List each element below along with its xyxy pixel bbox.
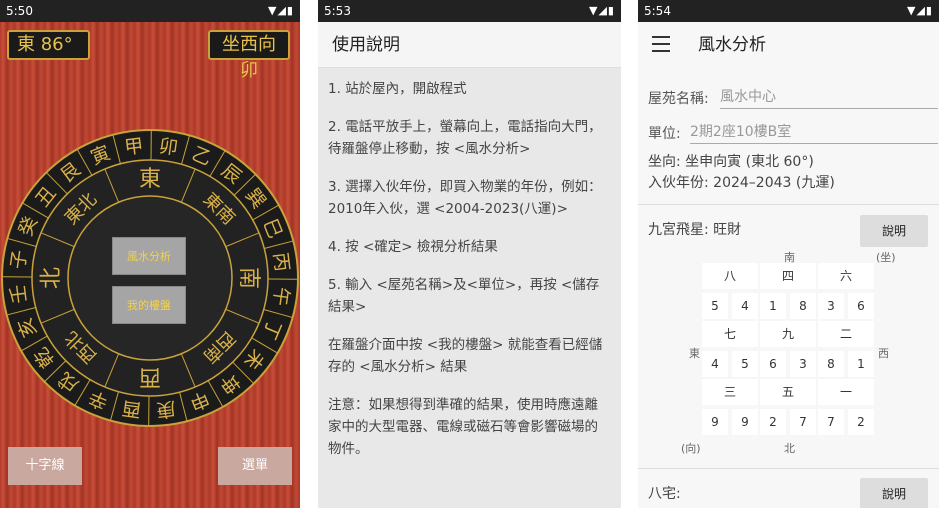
palace-name: 六 — [818, 263, 874, 289]
unit-label: 單位: — [648, 126, 681, 142]
unit-field[interactable]: 單位: 2期2座10樓B室 — [648, 123, 938, 144]
page-title: 使用說明 — [318, 22, 621, 68]
menu-button[interactable]: 選單 — [218, 447, 292, 485]
palace-cell: 五 27 — [760, 379, 816, 435]
instruction-item: 注意：如果想得到準確的結果，使用時應遠離家中的大型電器、電線或磁石等會影響磁場的… — [328, 397, 598, 457]
instructions-list[interactable]: 1. 站於屋內，開啟程式 2. 電話平放手上，螢幕向上，電話指向大門，待羅盤停止… — [318, 68, 621, 508]
outer-ring-label: 午 — [268, 285, 292, 307]
instruction-item: 在羅盤介面中按 <我的樓盤> 就能查看已經儲存的 <風水分析> 結果 — [328, 337, 603, 375]
palace-water-star: 4 — [732, 293, 758, 319]
unit-input[interactable]: 2期2座10樓B室 — [690, 121, 938, 144]
app-bar: 風水分析 — [638, 22, 939, 68]
outer-ring-label: 酉 — [121, 396, 143, 420]
status-time: 5:50 — [6, 4, 33, 18]
palace-water-star: 3 — [790, 351, 816, 377]
compass-screen: 5:50 ▼◢▮ 東 86° 坐西向卯 甲卯乙辰巽巳丙午丁未坤申庚酉辛戌乾亥壬子… — [0, 0, 300, 508]
palace-mountain-star: 8 — [818, 351, 844, 377]
direction-sit: (坐) — [876, 251, 896, 264]
instructions-screen: 5:53 ▼◢▮ 使用說明 1. 站於屋內，開啟程式 2. 電話平放手上，螢幕向… — [318, 0, 621, 508]
status-time: 5:54 — [644, 4, 671, 18]
palace-mountain-star: 6 — [760, 351, 786, 377]
facing-readout: 坐西向卯 — [208, 30, 290, 81]
outer-ring-label: 丙 — [269, 251, 293, 273]
direction-face: (向) — [681, 442, 701, 455]
outer-ring-label: 甲 — [123, 135, 145, 159]
instruction-item: 5. 輸入 <屋苑名稱>及<單位>，再按 <儲存結果> — [328, 277, 600, 315]
crosshair-button[interactable]: 十字線 — [8, 447, 82, 485]
palace-cell: 七 45 — [702, 321, 758, 377]
outer-ring-label: 子 — [7, 249, 31, 271]
flying-star-info: 九宮飛星: 旺財 — [648, 222, 742, 238]
palace-mountain-star: 1 — [760, 293, 786, 319]
palace-cell: 二 81 — [818, 321, 874, 377]
outer-ring-label: 壬 — [7, 283, 31, 305]
facing-info: 坐向: 坐申向寅 (東北 60°) — [648, 154, 814, 170]
degree-readout: 東 86° — [7, 30, 90, 60]
status-bar: 5:53 ▼◢▮ — [318, 0, 621, 22]
page-title: 風水分析 — [698, 35, 766, 55]
bazhai-label: 八宅: — [648, 486, 681, 502]
status-bar: 5:50 ▼◢▮ — [0, 0, 300, 22]
palace-mountain-star: 7 — [818, 409, 844, 435]
status-icons: ▼◢▮ — [589, 4, 615, 17]
palace-cell: 三 99 — [702, 379, 758, 435]
palace-cell: 六 36 — [818, 263, 874, 319]
palace-name: 二 — [818, 321, 874, 347]
palace-mountain-star: 9 — [702, 409, 728, 435]
direction-north: 北 — [784, 442, 795, 455]
bazhai-explain-button[interactable]: 說明 — [860, 478, 928, 508]
estate-input[interactable]: 風水中心 — [720, 86, 938, 109]
status-bar: 5:54 ▼◢▮ — [638, 0, 939, 22]
year-info: 入伙年份: 2024–2043 (九運) — [648, 175, 835, 191]
palace-water-star: 1 — [848, 351, 874, 377]
palace-mountain-star: 5 — [702, 293, 728, 319]
compass-dial[interactable]: 甲卯乙辰巽巳丙午丁未坤申庚酉辛戌乾亥壬子癸丑艮寅 東東南南西南西西北北東北 — [0, 128, 300, 428]
outer-ring-label: 庚 — [155, 397, 177, 421]
palace-water-star: 8 — [790, 293, 816, 319]
palace-water-star: 6 — [848, 293, 874, 319]
palace-name: 一 — [818, 379, 874, 405]
inner-ring-label: 北 — [39, 267, 64, 289]
nine-palace-grid: 八54四18六36七45九63二81三99五27一72 — [702, 263, 876, 437]
inner-ring-label: 西 — [139, 364, 161, 389]
palace-name: 五 — [760, 379, 816, 405]
instruction-item: 4. 按 <確定> 檢視分析結果 — [328, 239, 498, 255]
palace-water-star: 9 — [732, 409, 758, 435]
my-building-button[interactable]: 我的樓盤 — [112, 286, 186, 324]
status-time: 5:53 — [324, 4, 351, 18]
divider — [638, 468, 939, 469]
instruction-item: 2. 電話平放手上，螢幕向上，電話指向大門，待羅盤停止移動，按 <風水分析> — [328, 119, 602, 157]
palace-cell: 一 72 — [818, 379, 874, 435]
palace-mountain-star: 2 — [760, 409, 786, 435]
direction-east: 東 — [689, 347, 700, 360]
outer-ring-label: 卯 — [157, 135, 179, 159]
divider — [638, 204, 939, 205]
flying-star-explain-button[interactable]: 說明 — [860, 215, 928, 247]
instruction-item: 1. 站於屋內，開啟程式 — [328, 81, 467, 97]
palace-name: 九 — [760, 321, 816, 347]
palace-cell: 八 54 — [702, 263, 758, 319]
estate-field[interactable]: 屋苑名稱: 風水中心 — [648, 88, 938, 109]
palace-mountain-star: 4 — [702, 351, 728, 377]
palace-water-star: 2 — [848, 409, 874, 435]
inner-ring-label: 東 — [139, 167, 161, 192]
inner-ring-label: 南 — [236, 267, 261, 289]
estate-label: 屋苑名稱: — [648, 91, 709, 107]
status-icons: ▼◢▮ — [268, 4, 294, 17]
palace-water-star: 5 — [732, 351, 758, 377]
hamburger-menu-icon[interactable] — [652, 36, 670, 52]
palace-name: 三 — [702, 379, 758, 405]
fengshui-analysis-button[interactable]: 風水分析 — [112, 237, 186, 275]
palace-water-star: 7 — [790, 409, 816, 435]
palace-cell: 四 18 — [760, 263, 816, 319]
instruction-item: 3. 選擇入伙年份，即買入物業的年份，例如：2010年入伙，選 <2004-20… — [328, 179, 602, 217]
palace-name: 八 — [702, 263, 758, 289]
palace-name: 七 — [702, 321, 758, 347]
palace-mountain-star: 3 — [818, 293, 844, 319]
palace-name: 四 — [760, 263, 816, 289]
status-icons: ▼◢▮ — [907, 4, 933, 17]
analysis-screen: 5:54 ▼◢▮ 風水分析 屋苑名稱: 風水中心 單位: 2期2座10樓B室 坐… — [638, 0, 939, 508]
palace-cell: 九 63 — [760, 321, 816, 377]
direction-west: 西 — [878, 347, 889, 360]
